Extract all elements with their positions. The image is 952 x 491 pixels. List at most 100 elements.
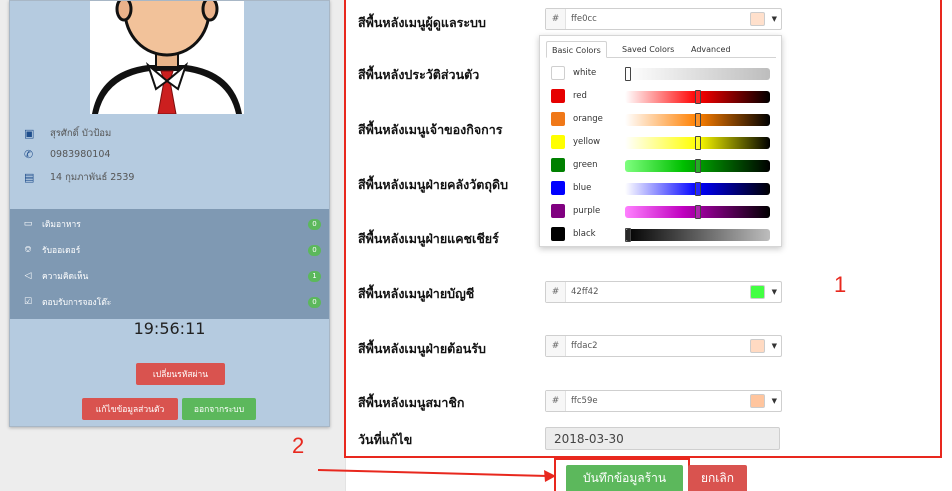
menu-item-table-reservations[interactable]: ☑ ตอบรับการจองโต๊ะ 0 — [10, 291, 329, 313]
hex-value: 42ff42 — [571, 287, 599, 297]
color-name: blue — [573, 183, 592, 193]
color-shade-slider[interactable] — [625, 67, 770, 81]
color-row-yellow[interactable]: yellow — [549, 134, 779, 150]
reception-menu-color-input[interactable]: # ffdac2 ▼ — [545, 335, 782, 357]
color-swatch-red[interactable] — [551, 89, 565, 103]
color-swatch[interactable] — [750, 394, 765, 408]
field-label-edit-date: วันที่แก้ไข — [358, 432, 413, 447]
edit-profile-button[interactable]: แก้ไขข้อมูลส่วนตัว — [82, 398, 178, 420]
slider-thumb[interactable] — [695, 159, 701, 173]
color-row-white[interactable]: white — [549, 65, 779, 81]
profile-birthday: 14 กุมภาพันธ์ 2539 — [50, 172, 135, 183]
color-shade-slider[interactable] — [625, 205, 770, 219]
profile-card: ▣ สุรศักดิ์ บัวป้อม ✆ 0983980104 ▤ 14 กุ… — [9, 0, 330, 427]
avatar — [90, 1, 244, 114]
slider-thumb[interactable] — [695, 136, 701, 150]
hash-prefix: # — [546, 9, 566, 29]
menu-item-orders[interactable]: ⎊ รับออเดอร์ 0 — [10, 239, 329, 261]
profile-phone: 0983980104 — [50, 149, 111, 160]
color-swatch-white[interactable] — [551, 66, 565, 80]
admin-menu-color-input[interactable]: # ffe0cc ▼ — [545, 8, 782, 30]
change-password-button[interactable]: เปลี่ยนรหัสผ่าน — [136, 363, 225, 385]
color-shade-slider[interactable] — [625, 228, 770, 242]
color-name: purple — [573, 206, 601, 216]
chevron-down-icon[interactable]: ▼ — [772, 391, 777, 411]
menu-item-comments[interactable]: ◁ ความคิดเห็น 1 — [10, 265, 329, 287]
profile-name: สุรศักดิ์ บัวป้อม — [50, 128, 112, 139]
profile-phone-row: ✆ 0983980104 — [24, 148, 110, 161]
color-swatch-black[interactable] — [551, 227, 565, 241]
annotation-step-1: 1 — [834, 272, 847, 297]
tab-advanced[interactable]: Advanced — [686, 41, 736, 58]
color-name: red — [573, 91, 587, 101]
color-row-blue[interactable]: blue — [549, 180, 779, 196]
save-store-button[interactable]: บันทึกข้อมูลร้าน — [566, 465, 683, 491]
menu-item-label: ตอบรับการจองโต๊ะ — [42, 298, 112, 308]
chevron-down-icon[interactable]: ▼ — [772, 336, 777, 356]
hex-value: ffdac2 — [571, 341, 598, 351]
hash-prefix: # — [546, 282, 566, 302]
field-label-member-menu-color: สีพื้นหลังเมนูสมาชิก — [358, 395, 465, 410]
profile-birthday-row: ▤ 14 กุมภาพันธ์ 2539 — [24, 170, 134, 185]
color-row-green[interactable]: green — [549, 157, 779, 173]
color-row-orange[interactable]: orange — [549, 111, 779, 127]
battery-icon: ▭ — [23, 219, 33, 229]
cancel-button[interactable]: ยกเลิก — [688, 465, 747, 491]
hex-value: ffc59e — [571, 396, 598, 406]
color-name: orange — [573, 114, 603, 124]
color-row-red[interactable]: red — [549, 88, 779, 104]
edit-date-field: 2018-03-30 — [545, 427, 780, 450]
color-swatch[interactable] — [750, 12, 765, 26]
field-label-cashier-menu-color: สีพื้นหลังเมนูฝ่ายแคชเชียร์ — [358, 231, 499, 246]
color-name: black — [573, 229, 596, 239]
color-swatch-orange[interactable] — [551, 112, 565, 126]
color-swatch[interactable] — [750, 339, 765, 353]
count-badge: 0 — [308, 296, 321, 308]
menu-item-label: เติมอาหาร — [42, 220, 81, 230]
phone-icon: ✆ — [24, 148, 34, 161]
slider-thumb[interactable] — [695, 90, 701, 104]
chevron-down-icon[interactable]: ▼ — [772, 282, 777, 302]
color-name: green — [573, 160, 598, 170]
color-row-purple[interactable]: purple — [549, 203, 779, 219]
color-swatch-yellow[interactable] — [551, 135, 565, 149]
clock: 19:56:11 — [133, 319, 206, 338]
chevron-down-icon[interactable]: ▼ — [772, 9, 777, 29]
side-menu: ▭ เติมอาหาร 0 ⎊ รับออเดอร์ 0 ◁ ความคิดเห… — [10, 209, 329, 319]
menu-item-refill-food[interactable]: ▭ เติมอาหาร 0 — [10, 213, 329, 235]
tab-basic-colors[interactable]: Basic Colors — [546, 41, 607, 58]
slider-thumb[interactable] — [695, 113, 701, 127]
check-square-icon: ☑ — [23, 297, 33, 307]
menu-item-label: ความคิดเห็น — [42, 272, 89, 282]
slider-thumb[interactable] — [625, 67, 631, 81]
bell-icon: ⎊ — [24, 245, 32, 255]
color-shade-slider[interactable] — [625, 90, 770, 104]
color-shade-slider[interactable] — [625, 136, 770, 150]
menu-item-label: รับออเดอร์ — [42, 246, 81, 256]
hash-prefix: # — [546, 391, 566, 411]
color-swatch-purple[interactable] — [551, 204, 565, 218]
color-swatch-green[interactable] — [551, 158, 565, 172]
color-picker-popup: Basic Colors Saved Colors Advanced white… — [539, 35, 782, 247]
accounting-menu-color-input[interactable]: # 42ff42 ▼ — [545, 281, 782, 303]
tab-saved-colors[interactable]: Saved Colors — [617, 41, 679, 58]
color-shade-slider[interactable] — [625, 182, 770, 196]
profile-name-row: ▣ สุรศักดิ์ บัวป้อม — [24, 126, 111, 141]
slider-thumb[interactable] — [695, 182, 701, 196]
color-swatch-blue[interactable] — [551, 181, 565, 195]
slider-thumb[interactable] — [625, 228, 631, 242]
megaphone-icon: ◁ — [24, 271, 32, 281]
color-row-black[interactable]: black — [549, 226, 779, 242]
color-swatch[interactable] — [750, 285, 765, 299]
count-badge: 0 — [308, 244, 321, 256]
birthday-cake-icon: ▤ — [24, 171, 35, 184]
color-shade-slider[interactable] — [625, 159, 770, 173]
slider-thumb[interactable] — [695, 205, 701, 219]
member-menu-color-input[interactable]: # ffc59e ▼ — [545, 390, 782, 412]
field-label-owner-menu-color: สีพื้นหลังเมนูเจ้าของกิจการ — [358, 122, 503, 137]
color-shade-slider[interactable] — [625, 113, 770, 127]
hash-prefix: # — [546, 336, 566, 356]
logout-button[interactable]: ออกจากระบบ — [182, 398, 256, 420]
color-name: yellow — [573, 137, 601, 147]
field-label-warehouse-menu-color: สีพื้นหลังเมนูฝ่ายคลังวัตถุดิบ — [358, 177, 509, 192]
